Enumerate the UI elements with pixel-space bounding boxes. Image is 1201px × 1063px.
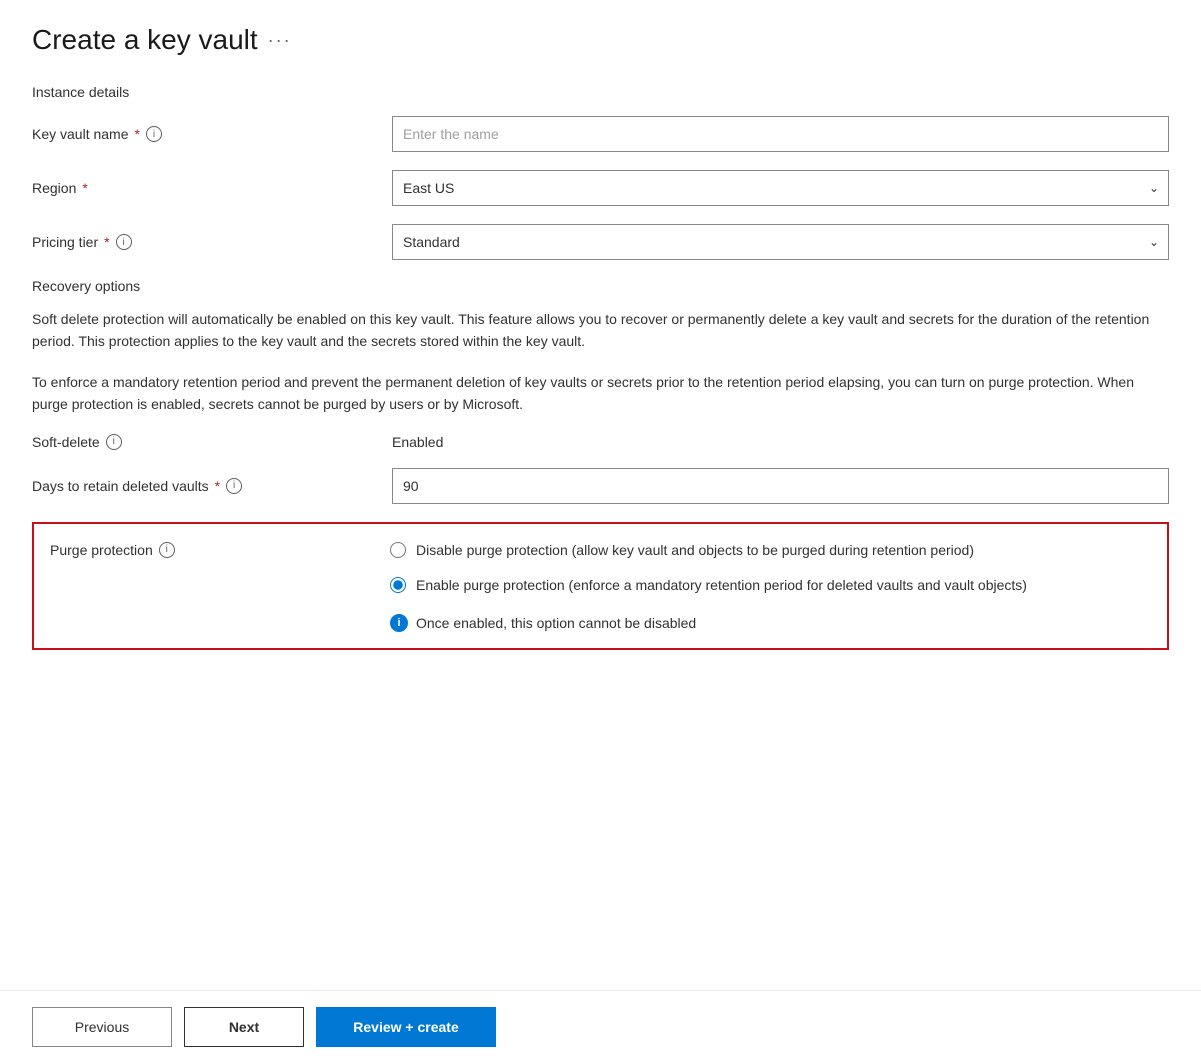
pricing-tier-row: Pricing tier * i Standard Premium ⌄ <box>32 224 1169 260</box>
pricing-tier-label: Pricing tier <box>32 234 98 250</box>
purge-enable-label[interactable]: Enable purge protection (enforce a manda… <box>416 575 1027 596</box>
purge-enable-option: Enable purge protection (enforce a manda… <box>390 575 1151 596</box>
purge-disable-radio[interactable] <box>390 542 406 558</box>
instance-details-label: Instance details <box>32 84 1169 100</box>
recovery-options-section: Recovery options Soft delete protection … <box>32 278 1169 650</box>
key-vault-name-row: Key vault name * i <box>32 116 1169 152</box>
purge-disable-option: Disable purge protection (allow key vaul… <box>390 540 1151 561</box>
region-row: Region * East US West US West Europe Eas… <box>32 170 1169 206</box>
more-options-icon[interactable]: ··· <box>268 30 292 51</box>
purge-notice-text: Once enabled, this option cannot be disa… <box>416 615 696 631</box>
region-label: Region <box>32 180 76 196</box>
pricing-tier-required: * <box>104 234 109 250</box>
soft-delete-row: Soft-delete i Enabled <box>32 434 1169 450</box>
key-vault-name-label: Key vault name <box>32 126 129 142</box>
next-button[interactable]: Next <box>184 1007 304 1047</box>
key-vault-name-info-icon[interactable]: i <box>146 126 162 142</box>
days-to-retain-label: Days to retain deleted vaults <box>32 478 209 494</box>
recovery-description-2: To enforce a mandatory retention period … <box>32 371 1169 416</box>
region-select-wrapper: East US West US West Europe East Asia ⌄ <box>392 170 1169 206</box>
page-title: Create a key vault <box>32 24 258 56</box>
purge-notice-info-icon: i <box>390 614 408 632</box>
purge-protection-info-icon[interactable]: i <box>159 542 175 558</box>
key-vault-name-required: * <box>135 126 140 142</box>
soft-delete-info-icon[interactable]: i <box>106 434 122 450</box>
pricing-tier-select-wrapper: Standard Premium ⌄ <box>392 224 1169 260</box>
days-to-retain-input[interactable] <box>392 468 1169 504</box>
days-to-retain-row: Days to retain deleted vaults * i <box>32 468 1169 504</box>
pricing-tier-info-icon[interactable]: i <box>116 234 132 250</box>
region-select[interactable]: East US West US West Europe East Asia <box>392 170 1169 206</box>
pricing-tier-select[interactable]: Standard Premium <box>392 224 1169 260</box>
purge-notice: i Once enabled, this option cannot be di… <box>390 614 1151 632</box>
purge-protection-label: Purge protection <box>50 542 153 558</box>
recovery-options-label: Recovery options <box>32 278 1169 294</box>
purge-enable-radio[interactable] <box>390 577 406 593</box>
days-to-retain-required: * <box>215 478 220 494</box>
recovery-description-1: Soft delete protection will automaticall… <box>32 308 1169 353</box>
key-vault-name-input[interactable] <box>392 116 1169 152</box>
region-required: * <box>82 180 87 196</box>
soft-delete-label: Soft-delete <box>32 434 100 450</box>
days-to-retain-info-icon[interactable]: i <box>226 478 242 494</box>
instance-details-section: Instance details Key vault name * i Regi… <box>32 84 1169 260</box>
bottom-navigation: Previous Next Review + create <box>0 990 1201 1063</box>
review-create-button[interactable]: Review + create <box>316 1007 496 1047</box>
soft-delete-value: Enabled <box>392 434 443 450</box>
purge-protection-box: Purge protection i Disable purge protect… <box>32 522 1169 650</box>
purge-disable-label[interactable]: Disable purge protection (allow key vaul… <box>416 540 974 561</box>
previous-button[interactable]: Previous <box>32 1007 172 1047</box>
